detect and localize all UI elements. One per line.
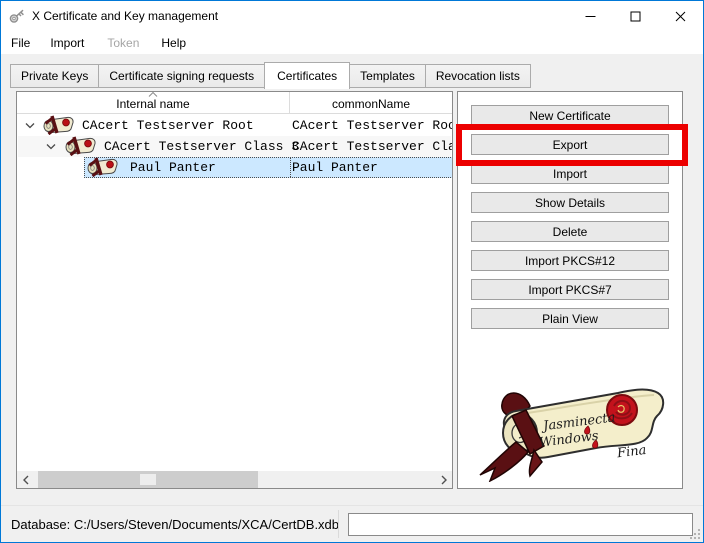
menu-import[interactable]: Import [50, 36, 84, 50]
common-name-cell: CAcert Testserver Root [292, 118, 452, 133]
tree-row-cacert-class3[interactable]: CAcert Testserver Class 3 CAcert Testser… [18, 136, 452, 157]
minimize-icon [585, 15, 596, 17]
xca-window: X Certificate and Key management File Im… [0, 0, 704, 543]
chevron-down-icon[interactable] [46, 143, 56, 150]
menu-token: Token [107, 35, 140, 50]
selection-column-divider [290, 158, 291, 177]
chevron-right-icon [441, 475, 447, 484]
plain-view-button[interactable]: Plain View [471, 308, 669, 329]
column-header-common-name[interactable]: commonName [289, 92, 452, 114]
chevron-left-icon [22, 475, 28, 484]
import-button[interactable]: Import [471, 163, 669, 184]
window-title: X Certificate and Key management [32, 9, 219, 23]
delete-button[interactable]: Delete [471, 221, 669, 242]
scrollbar-grip [140, 474, 156, 485]
internal-name-cell: CAcert Testserver Class 3 [104, 139, 300, 154]
tab-templates[interactable]: Templates [349, 64, 426, 88]
maximize-icon [630, 11, 641, 21]
tab-certificates[interactable]: Certificates [264, 62, 351, 89]
menu-bar: File Import Token Help [1, 31, 703, 54]
action-button-panel: New Certificate Export Import Show Detai… [457, 91, 683, 489]
import-pkcs7-button[interactable]: Import PKCS#7 [471, 279, 669, 300]
certificate-scroll-icon [64, 136, 97, 156]
close-button[interactable] [658, 1, 703, 31]
key-icon [9, 9, 24, 23]
tab-certificate-signing-requests[interactable]: Certificate signing requests [98, 64, 266, 88]
certificate-scroll-icon [86, 157, 119, 177]
menu-file[interactable]: File [11, 36, 30, 50]
logo-text-line3: Fina [615, 443, 647, 462]
tab-revocation-lists[interactable]: Revocation lists [424, 64, 531, 88]
common-name-cell: CAcert Testserver Class 3 [292, 139, 452, 154]
horizontal-scrollbar[interactable] [17, 471, 452, 488]
show-details-button[interactable]: Show Details [471, 192, 669, 213]
close-icon [675, 11, 686, 21]
menu-help[interactable]: Help [161, 36, 186, 50]
tree-row-cacert-root[interactable]: CAcert Testserver Root CAcert Testserver… [18, 115, 452, 136]
internal-name-cell: Paul Panter [130, 160, 216, 175]
scrollbar-thumb[interactable] [38, 471, 258, 488]
tree-column-header: Internal name commonName [17, 92, 452, 114]
tab-private-keys[interactable]: Private Keys [10, 64, 100, 88]
common-name-cell: Paul Panter [292, 160, 378, 175]
import-pkcs12-button[interactable]: Import PKCS#12 [471, 250, 669, 271]
minimize-button[interactable] [568, 1, 613, 31]
certificate-tree: Internal name commonName CAcert Testserv… [16, 91, 453, 489]
status-bar: Database: C:/Users/Steven/Documents/XCA/… [1, 505, 703, 542]
maximize-button[interactable] [613, 1, 658, 31]
search-input[interactable] [348, 513, 693, 536]
title-bar[interactable]: X Certificate and Key management [1, 1, 703, 31]
database-path-label: Database: C:/Users/Steven/Documents/XCA/… [11, 516, 340, 532]
scroll-right-button[interactable] [435, 471, 452, 488]
certificate-scroll-icon [42, 115, 75, 135]
window-controls [568, 1, 703, 31]
resize-grip[interactable] [689, 528, 701, 540]
chevron-down-icon[interactable] [25, 122, 35, 129]
statusbar-divider [338, 510, 339, 538]
sort-ascending-caret-icon [148, 92, 158, 97]
tree-row-paul-panter[interactable]: Paul Panter Paul Panter [18, 157, 452, 178]
new-certificate-button[interactable]: New Certificate [471, 105, 669, 126]
scroll-left-button[interactable] [17, 471, 34, 488]
xca-scroll-logo: Jasminecta Windows Fina [479, 388, 665, 482]
tab-bar: Private Keys Certificate signing request… [10, 62, 531, 89]
export-button[interactable]: Export [471, 134, 669, 155]
internal-name-cell: CAcert Testserver Root [82, 118, 254, 133]
